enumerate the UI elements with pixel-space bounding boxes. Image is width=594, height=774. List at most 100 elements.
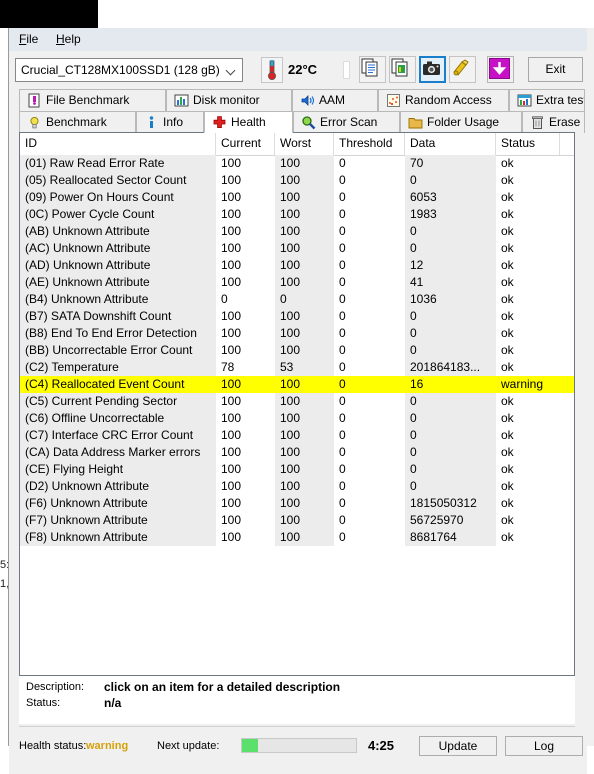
thermometer-icon	[261, 57, 283, 83]
cell-worst: 100	[275, 325, 334, 342]
tab-erase[interactable]: Erase	[522, 111, 585, 133]
table-row[interactable]: (0C) Power Cycle Count 100 100 0 1983 ok	[20, 206, 574, 223]
update-button[interactable]: Update	[419, 736, 497, 756]
tab-error-scan[interactable]: Error Scan	[293, 111, 400, 133]
tab-health[interactable]: Health	[204, 111, 293, 133]
desktop-black-region	[0, 0, 98, 28]
table-row[interactable]: (B7) SATA Downshift Count 100 100 0 0 ok	[20, 308, 574, 325]
column-header-threshold[interactable]: Threshold	[334, 133, 405, 155]
cell-data: 6053	[405, 189, 496, 206]
table-row[interactable]: (F6) Unknown Attribute 100 100 0 1815050312 o…	[20, 495, 574, 512]
cell-threshold: 0	[339, 530, 346, 544]
tab-error-scan-label: Error Scan	[320, 115, 378, 129]
table-row[interactable]: (F8) Unknown Attribute 100 100 0 8681764 ok	[20, 529, 574, 546]
cell-id: (01) Raw Read Error Rate	[20, 155, 216, 172]
table-row[interactable]: (C6) Offline Uncorrectable 100 100 0 0 ok	[20, 410, 574, 427]
tab-file-benchmark[interactable]: File Benchmark	[19, 89, 166, 111]
cell-status: ok	[501, 190, 514, 204]
column-header-data[interactable]: Data	[405, 133, 496, 155]
cell-data: 12	[405, 257, 496, 274]
settings-button[interactable]	[449, 56, 476, 83]
cell-id: (B8) End To End Error Detection	[20, 325, 216, 342]
column-header-worst[interactable]: Worst	[275, 133, 334, 155]
table-row[interactable]: (AB) Unknown Attribute 100 100 0 0 ok	[20, 223, 574, 240]
lightbulb-icon	[27, 115, 42, 130]
copy-image-button[interactable]	[389, 56, 416, 83]
tab-extra-tests[interactable]: Extra tests	[509, 89, 585, 111]
log-button[interactable]: Log	[505, 736, 583, 756]
cell-data: 0	[405, 410, 496, 427]
status-bar: Health status: warning Next update: 4:25…	[9, 730, 587, 774]
column-header-id[interactable]: ID	[20, 133, 216, 155]
tab-folder-usage[interactable]: Folder Usage	[400, 111, 522, 133]
download-button[interactable]	[487, 56, 514, 83]
menu-bar: File Help	[9, 28, 587, 51]
cell-worst: 100	[275, 478, 334, 495]
table-row[interactable]: (BB) Uncorrectable Error Count 100 100 0 0 ok	[20, 342, 574, 359]
cell-threshold: 0	[339, 275, 346, 289]
cell-worst: 53	[275, 359, 334, 376]
cell-status: ok	[501, 462, 514, 476]
cell-status: ok	[501, 411, 514, 425]
cell-id: (CA) Data Address Marker errors	[20, 444, 216, 461]
table-row[interactable]: (B8) End To End Error Detection 100 100 0 0 o…	[20, 325, 574, 342]
table-row[interactable]: (AD) Unknown Attribute 100 100 0 12 ok	[20, 257, 574, 274]
cell-current: 100	[221, 207, 242, 221]
tab-info[interactable]: Info	[136, 111, 204, 133]
table-row[interactable]: (05) Reallocated Sector Count 100 100 0 0 ok	[20, 172, 574, 189]
cell-current: 100	[221, 411, 242, 425]
table-row[interactable]: (B4) Unknown Attribute 0 0 0 1036 ok	[20, 291, 574, 308]
table-row[interactable]: (AC) Unknown Attribute 100 100 0 0 ok	[20, 240, 574, 257]
cell-worst: 100	[275, 189, 334, 206]
cell-id: (F7) Unknown Attribute	[20, 512, 216, 529]
table-row[interactable]: (01) Raw Read Error Rate 100 100 0 70 ok	[20, 155, 574, 172]
table-row[interactable]: (CA) Data Address Marker errors 100 100 0 0 o…	[20, 444, 574, 461]
column-header-current[interactable]: Current	[216, 133, 275, 155]
cell-data: 0	[405, 240, 496, 257]
table-header: ID Current Worst Threshold Data Status	[20, 133, 574, 156]
table-row[interactable]: (AE) Unknown Attribute 100 100 0 41 ok	[20, 274, 574, 291]
cell-current: 100	[221, 241, 242, 255]
cell-data: 56725970	[405, 512, 496, 529]
table-row[interactable]: (C4) Reallocated Event Count 100 100 0 16 war…	[20, 376, 574, 393]
menu-file[interactable]: File	[15, 32, 42, 47]
tab-disk-monitor[interactable]: Disk monitor	[166, 89, 292, 111]
table-row[interactable]: (F7) Unknown Attribute 100 100 0 56725970 ok	[20, 512, 574, 529]
table-row[interactable]: (CE) Flying Height 100 100 0 0 ok	[20, 461, 574, 478]
cell-threshold: 0	[339, 309, 346, 323]
next-update-label: Next update:	[157, 740, 220, 752]
table-row[interactable]: (D2) Unknown Attribute 100 100 0 0 ok	[20, 478, 574, 495]
cell-id: (AD) Unknown Attribute	[20, 257, 216, 274]
tab-aam[interactable]: AAM	[292, 89, 378, 111]
table-row[interactable]: (C7) Interface CRC Error Count 100 100 0 0 ok	[20, 427, 574, 444]
copy-text-button[interactable]	[359, 56, 386, 83]
column-header-spacer	[560, 133, 574, 155]
cell-threshold: 0	[339, 173, 346, 187]
cell-threshold: 0	[339, 377, 346, 391]
cell-id: (D2) Unknown Attribute	[20, 478, 216, 495]
drive-select[interactable]: Crucial_CT128MX100SSD1 (128 gB)	[15, 58, 243, 82]
cell-worst: 100	[275, 444, 334, 461]
menu-help[interactable]: Help	[52, 32, 85, 47]
table-row[interactable]: (C5) Current Pending Sector 100 100 0 0 ok	[20, 393, 574, 410]
cell-id: (AB) Unknown Attribute	[20, 223, 216, 240]
cell-status: ok	[501, 224, 514, 238]
cell-id: (09) Power On Hours Count	[20, 189, 216, 206]
exit-button[interactable]: Exit	[528, 57, 583, 82]
cell-id: (C4) Reallocated Event Count	[25, 377, 185, 391]
cell-threshold: 0	[339, 190, 346, 204]
cell-threshold: 0	[339, 292, 346, 306]
column-header-status[interactable]: Status	[496, 133, 560, 155]
cell-data: 70	[405, 155, 496, 172]
cell-status: warning	[501, 377, 544, 391]
screenshot-button[interactable]	[419, 56, 446, 83]
cell-worst: 100	[275, 240, 334, 257]
tab-random-access[interactable]: Random Access	[378, 89, 509, 111]
tab-benchmark-label: Benchmark	[46, 115, 107, 129]
table-row[interactable]: (C2) Temperature 78 53 0 201864183... ok	[20, 359, 574, 376]
cell-status: ok	[501, 394, 514, 408]
tab-benchmark[interactable]: Benchmark	[19, 111, 136, 133]
smart-attributes-table[interactable]: ID Current Worst Threshold Data Status (…	[19, 132, 575, 676]
table-row[interactable]: (09) Power On Hours Count 100 100 0 6053 ok	[20, 189, 574, 206]
status-label: Status:	[26, 697, 61, 709]
